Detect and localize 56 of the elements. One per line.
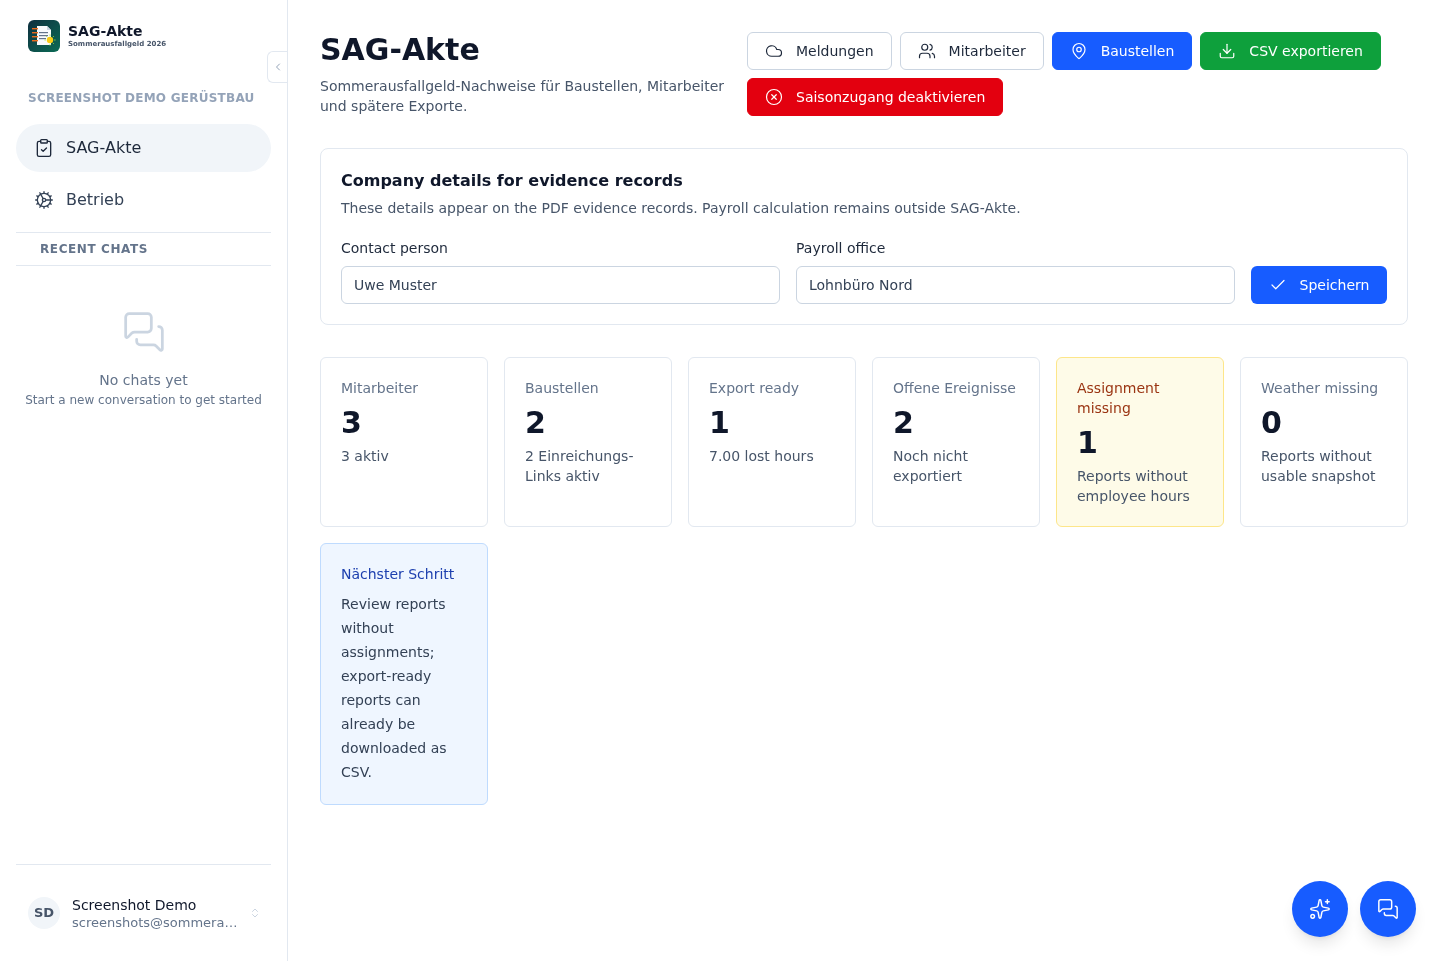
page-subtitle: Sommerausfallgeld-Nachweise für Baustellen, Mitarbeiter und spätere Exporte.	[320, 77, 726, 116]
page-title: SAG-Akte	[320, 32, 481, 68]
company-details-title: Company details for evidence records	[341, 170, 684, 192]
text-input-field[interactable]: Uwe Muster	[341, 266, 780, 304]
stat-detail: Reports without employee hours	[1077, 467, 1191, 506]
sidebar-nav-item[interactable]: Betrieb	[16, 176, 271, 224]
download-icon	[1218, 42, 1237, 60]
stat-value: 1	[1077, 425, 1098, 461]
stat-value: 1	[709, 405, 730, 441]
text-input-field[interactable]: Lohnbüro Nord	[796, 266, 1235, 304]
workspace-label: SCREENSHOT DEMO GERÜSTBAU	[28, 90, 255, 106]
stat-detail: 7.00 lost hours	[709, 447, 814, 466]
chat-button[interactable]	[1360, 881, 1416, 937]
stat-label: Assignment missing	[1077, 379, 1161, 418]
empty-chats-title: No chats yet	[99, 371, 188, 390]
next-step-text: Review reports without assignments; export-ready reports can already be downloaded as CSV.	[341, 595, 448, 782]
field-label: Payroll office	[796, 239, 886, 258]
sidebar-nav-item[interactable]: SAG-Akte	[16, 124, 271, 172]
stat-label: Offene Ereignisse	[893, 379, 1016, 398]
user-name: Screenshot Demo	[72, 896, 197, 915]
cog-icon	[34, 190, 54, 210]
stat-label: Mitarbeiter	[341, 379, 419, 398]
stat-label: Weather missing	[1261, 379, 1379, 398]
clipboard-check-icon	[34, 138, 54, 158]
save-button[interactable]: Speichern	[1251, 266, 1387, 304]
ai-assistant-button[interactable]	[1292, 881, 1348, 937]
header-action-button[interactable]: Meldungen	[747, 32, 892, 70]
x-circle-icon	[765, 88, 783, 106]
user-avatar: SD	[28, 897, 60, 929]
sparkles-icon	[1309, 898, 1331, 920]
stat-label: Baustellen	[525, 379, 599, 398]
chat-bubbles-icon	[1377, 898, 1399, 920]
header-action-button[interactable]: Baustellen	[1051, 32, 1193, 70]
user-email: screenshots@sommera…	[72, 915, 238, 931]
header-action-button[interactable]: Saisonzugang deaktivieren	[747, 78, 1004, 116]
stat-label: Export ready	[709, 379, 800, 398]
header-action-button[interactable]: Mitarbeiter	[899, 32, 1044, 70]
chat-bubbles-icon	[121, 310, 166, 354]
stat-detail: Noch nicht exportiert	[893, 447, 969, 486]
users-icon	[917, 42, 936, 60]
stat-value: 2	[525, 405, 546, 441]
map-pin-icon	[1069, 42, 1088, 60]
company-details-description: These details appear on the PDF evidence records. Payroll calculation remains outside SAG-Akte.	[341, 199, 1022, 218]
stat-value: 0	[1261, 405, 1282, 441]
stat-value: 2	[893, 405, 914, 441]
stat-value: 3	[341, 405, 362, 441]
empty-chats-hint: Start a new conversation to get started	[25, 392, 262, 408]
recent-chats-heading: RECENT CHATS	[40, 241, 149, 257]
app-name: SAG-Akte	[68, 23, 144, 39]
stat-detail: 3 aktiv	[341, 447, 389, 466]
stat-detail: 2 Einreichungs-Links aktiv	[525, 447, 635, 486]
field-label: Contact person	[341, 239, 448, 258]
next-step-title: Nächster Schritt	[341, 565, 455, 584]
stat-detail: Reports without usable snapshot	[1261, 447, 1377, 486]
app-logo	[28, 20, 60, 52]
cloud-icon	[765, 42, 783, 60]
